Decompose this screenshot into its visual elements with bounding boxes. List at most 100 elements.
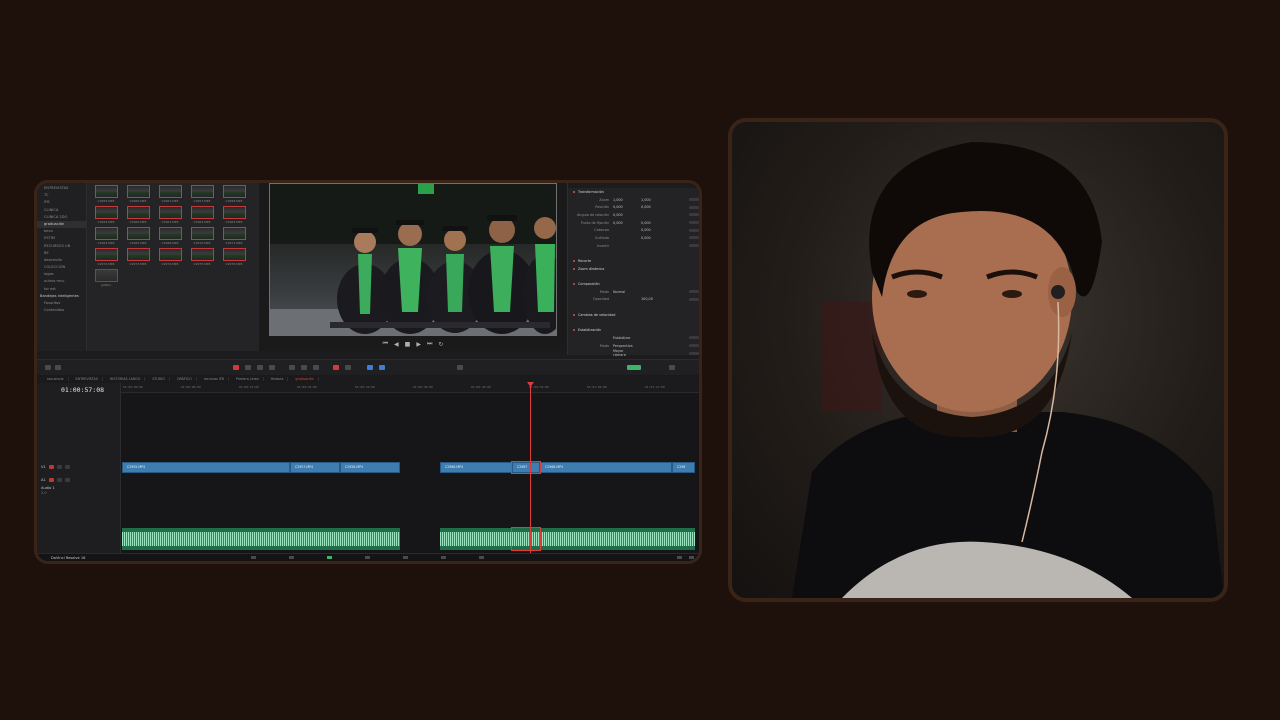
clip-thumbnail[interactable]: C2971.MP4 (221, 227, 247, 245)
snap-icon[interactable] (333, 365, 339, 370)
bin-item[interactable]: TC (37, 192, 86, 199)
clip-thumbnail[interactable]: gráfico (93, 269, 119, 287)
field-value-2[interactable]: 0,000 (641, 221, 665, 225)
bin-item[interactable]: COLECCIÓN (37, 264, 86, 271)
inspector-row[interactable]: Opacidad 100,00 (568, 296, 699, 304)
clip-thumbnail[interactable]: C2970.MP4 (189, 227, 215, 245)
bin-item[interactable]: beca (37, 228, 86, 235)
video-clip[interactable]: C296 (672, 462, 695, 473)
playhead[interactable] (530, 383, 531, 553)
clip-thumbnail[interactable]: C2963.MP4 (221, 206, 247, 224)
bin-item[interactable]: IFB (37, 199, 86, 206)
audio-lock-icon[interactable] (48, 478, 54, 482)
mute-icon[interactable] (64, 478, 70, 482)
timeline-tab[interactable]: GRÁFICO (173, 377, 197, 381)
keyframe-control[interactable] (689, 221, 699, 225)
blade-tool-icon[interactable] (269, 365, 275, 370)
settings-icon[interactable] (689, 556, 694, 559)
timeline-tab[interactable]: ENTREVISTAS (72, 377, 103, 381)
clip-thumbnail[interactable]: C2960.MP4 (125, 185, 151, 203)
field-value-2[interactable]: 0,000 (641, 236, 665, 240)
bin-item[interactable]: logos (37, 271, 86, 278)
field-value-2[interactable]: 0,000 (641, 205, 665, 209)
keyframe-control[interactable] (689, 244, 699, 248)
inspector-row[interactable]: Zoom dinámico (568, 265, 699, 273)
bin-item[interactable]: Favoritos (37, 300, 86, 307)
bin-item[interactable]: outros recu (37, 278, 86, 285)
keyframe-control[interactable] (689, 205, 699, 209)
inspector-row[interactable]: Modo Perspectiva (568, 342, 699, 350)
stop-icon[interactable]: ■ (405, 341, 411, 348)
mixer-icon[interactable] (669, 365, 675, 370)
fusion-page-icon[interactable] (365, 556, 370, 559)
clip-thumbnail[interactable]: C2960.MP4 (125, 206, 151, 224)
timeline-tab[interactable]: Historia (267, 377, 289, 381)
fairlight-page-icon[interactable] (441, 556, 446, 559)
home-icon[interactable] (677, 556, 682, 559)
field-value[interactable]: Mayor cámara (613, 349, 633, 357)
marker-blue-icon[interactable] (367, 365, 373, 370)
inspector-row[interactable]: Cambios de velocidad (568, 311, 699, 319)
video-clip[interactable]: C2957.MP4 (290, 462, 340, 473)
clip-thumbnail[interactable]: C2975.MP4 (189, 248, 215, 266)
play-icon[interactable]: ▶ (416, 341, 421, 348)
bin-item[interactable]: for ext (37, 286, 86, 293)
audio-clip[interactable] (440, 528, 695, 550)
layout-icon[interactable] (45, 365, 51, 370)
field-value[interactable]: 0,000 (613, 205, 633, 209)
inspector-row[interactable]: Transformación (568, 188, 699, 196)
cut-page-icon[interactable] (289, 556, 294, 559)
inspector-row[interactable]: Zoom 1,000 1,000 (568, 196, 699, 204)
clip-thumbnail[interactable]: C2955.MP4 (93, 185, 119, 203)
select-tool-icon[interactable] (245, 365, 251, 370)
flag-icon[interactable] (233, 365, 239, 370)
video-clip[interactable]: C2955.MP4 (122, 462, 290, 473)
field-value[interactable]: 0,000 (613, 221, 633, 225)
field-value[interactable]: Normal (613, 290, 633, 294)
field-value[interactable]: Estabilizar (613, 336, 633, 340)
clip-thumbnail[interactable]: C2976.MP4 (221, 248, 247, 266)
trim-tool-icon[interactable] (257, 365, 263, 370)
inspector-row[interactable]: Modo Normal (568, 288, 699, 296)
video-clip[interactable]: C2968.MP4 (540, 462, 672, 473)
color-page-icon[interactable] (403, 556, 408, 559)
clip-thumbnail[interactable]: C2962.MP4 (189, 206, 215, 224)
inspector-row[interactable]: Cabeceo 0,000 (568, 226, 699, 234)
layout2-icon[interactable] (55, 365, 61, 370)
inspector-row[interactable]: Estabilización (568, 326, 699, 334)
inspector-row[interactable]: Punto de fijación 0,000 0,000 (568, 219, 699, 227)
clip-thumbnail[interactable]: C2973.MP4 (125, 248, 151, 266)
keyframe-control[interactable] (689, 198, 699, 202)
keyframe-control[interactable] (689, 297, 699, 301)
timeline-tab[interactable]: STUDIO (148, 377, 170, 381)
bin-item[interactable]: CLINICA 2DO (37, 214, 86, 221)
insert-icon[interactable] (289, 365, 295, 370)
marker2-icon[interactable] (379, 365, 385, 370)
clip-thumbnail[interactable]: C2964.MP4 (93, 227, 119, 245)
bin-item[interactable]: Bandejas inteligentes (37, 293, 86, 300)
video-clip[interactable]: C2958.MP4 (340, 462, 400, 473)
keyframe-control[interactable] (689, 351, 699, 355)
inspector-row[interactable]: Mayor cámara (568, 349, 699, 357)
replace-icon[interactable] (313, 365, 319, 370)
clip-thumbnail[interactable]: C2961.MP4 (157, 206, 183, 224)
bin-item[interactable]: CLINICA (37, 207, 86, 214)
volume-meter-icon[interactable] (627, 365, 641, 370)
bin-item[interactable]: ESTIM (37, 235, 86, 242)
media-page-icon[interactable] (251, 556, 256, 559)
clip-thumbnail[interactable]: C2957.MP4 (189, 185, 215, 203)
keyframe-control[interactable] (689, 344, 699, 348)
edit-page-icon[interactable] (327, 556, 332, 559)
timeline-ruler[interactable]: 01:00:00:00 01:00:08:00 01:00:16:00 01:00:2… (121, 383, 699, 393)
field-value[interactable]: 0,000 (613, 213, 633, 217)
inspector-row[interactable]: Invertir (568, 242, 699, 250)
keyframe-control[interactable] (689, 228, 699, 232)
field-value-2[interactable]: 100,00 (641, 297, 665, 301)
field-value-2[interactable]: 1,000 (641, 198, 665, 202)
keyframe-control[interactable] (689, 290, 699, 294)
bin-item[interactable]: BE (37, 250, 86, 257)
video-clip[interactable]: C2966.MP4 (440, 462, 512, 473)
inspector-row[interactable]: Guiñada 0,000 (568, 234, 699, 242)
auto-select-icon[interactable] (56, 465, 62, 469)
keyframe-control[interactable] (689, 236, 699, 240)
